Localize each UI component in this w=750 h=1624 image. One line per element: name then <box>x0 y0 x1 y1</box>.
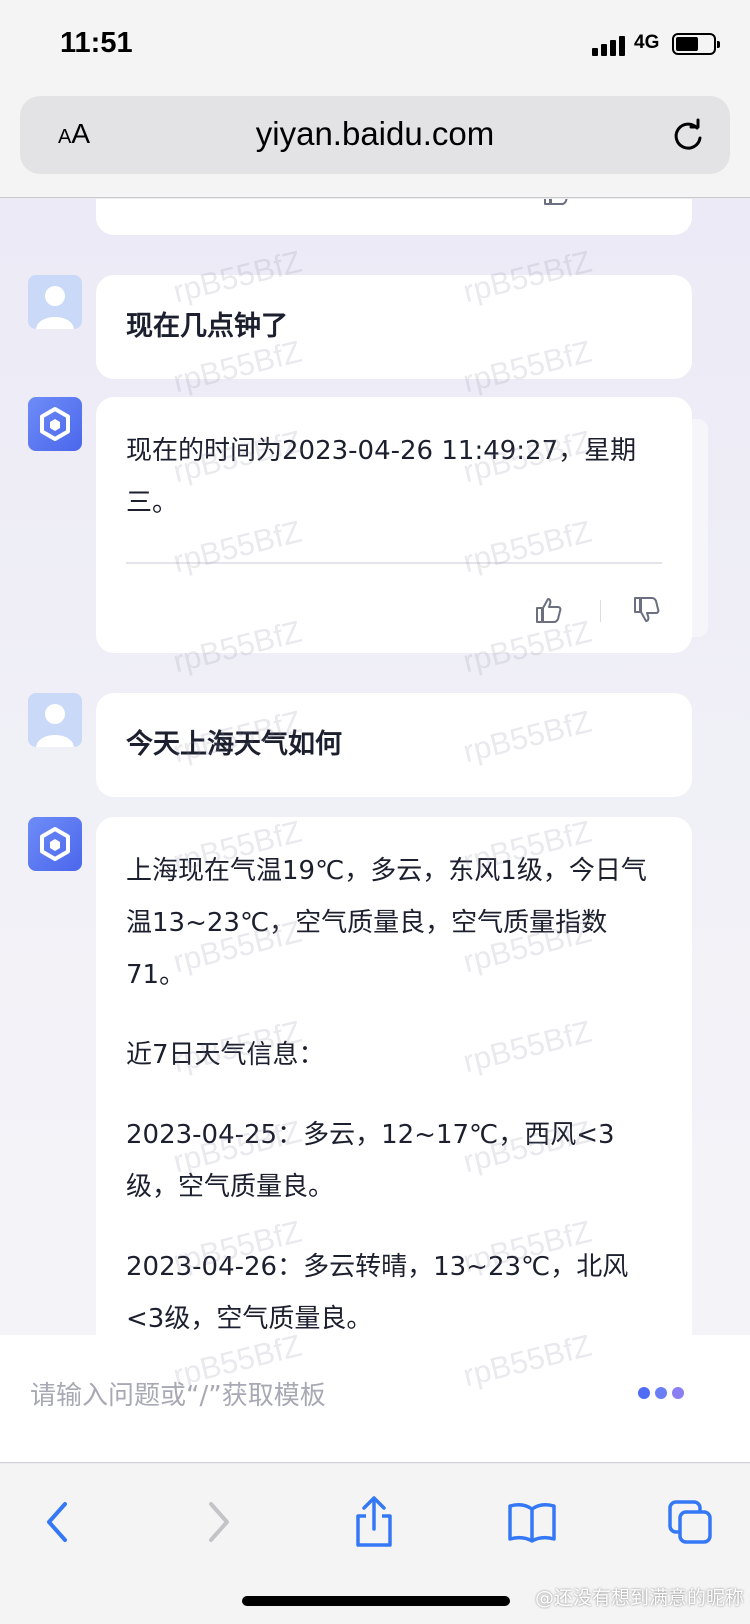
assistant-message-card: 现在的时间为2023-04-26 11:49:27，星期三。 <box>96 397 692 653</box>
ernie-bot-logo <box>28 397 82 451</box>
tabs-icon <box>668 1500 712 1544</box>
thumbs-up-icon[interactable] <box>542 199 572 207</box>
tabs-button[interactable] <box>660 1492 720 1552</box>
battery-icon <box>672 33 720 55</box>
side-tab <box>690 419 708 637</box>
bookmarks-button[interactable] <box>502 1492 562 1552</box>
message-paragraph: 2023-04-26：多云转晴，13~23℃，北风<3级，空气质量良。 <box>126 1252 629 1334</box>
question-input[interactable] <box>30 1371 590 1421</box>
user-message-text: 今天上海天气如何 <box>126 729 342 760</box>
reload-icon[interactable] <box>670 118 706 154</box>
thumbs-up-icon[interactable] <box>534 595 564 625</box>
thumbs-down-icon[interactable] <box>632 595 662 625</box>
open-book-icon <box>508 1503 556 1543</box>
user-message-card: 现在几点钟了 <box>96 275 692 379</box>
message-paragraph: 近7日天气信息： <box>126 1040 325 1070</box>
message-paragraph: 2023-04-25：多云，12~17℃，西风<3级，空气质量良。 <box>126 1120 615 1202</box>
back-button[interactable] <box>28 1492 88 1552</box>
status-bar: 11:51 4G <box>0 0 750 92</box>
user-message-card: 今天上海天气如何 <box>96 693 692 797</box>
composer: rpB55BfZ rpB55BfZ <box>0 1328 750 1463</box>
divider <box>126 562 662 564</box>
chevron-right-icon <box>209 1502 229 1542</box>
chevron-left-icon <box>47 1502 67 1542</box>
cellular-signal-icon <box>592 36 625 56</box>
forward-button[interactable] <box>188 1492 248 1552</box>
assistant-message-body: 上海现在气温19℃，多云，东风1级，今日气温13~23℃，空气质量良，空气质量指… <box>126 845 666 1335</box>
ernie-bot-logo <box>28 817 82 871</box>
previous-message-card <box>96 199 692 235</box>
user-message-text: 现在几点钟了 <box>126 311 288 342</box>
address-bar[interactable]: AA yiyan.baidu.com <box>20 96 730 174</box>
share-icon <box>356 1496 392 1547</box>
message-paragraph: 上海现在气温19℃，多云，东风1级，今日气温13~23℃，空气质量良，空气质量指… <box>126 856 647 990</box>
address-bar-area: AA yiyan.baidu.com <box>0 92 750 198</box>
home-indicator <box>242 1596 510 1606</box>
user-avatar-icon <box>28 693 82 747</box>
assistant-message-text: 现在的时间为2023-04-26 11:49:27，星期三。 <box>126 436 637 518</box>
user-avatar-icon <box>28 275 82 329</box>
network-type: 4G <box>634 32 660 53</box>
chat-scroll-area[interactable]: 现在几点钟了 现在的时间为2023-04-26 11:49:27，星期三。 今天… <box>0 199 750 1335</box>
credit-text: @还没有想到满意的昵称 <box>534 1587 744 1609</box>
url-text[interactable]: yiyan.baidu.com <box>20 115 730 153</box>
status-time: 11:51 <box>60 27 133 59</box>
assistant-message-card: 上海现在气温19℃，多云，东风1级，今日气温13~23℃，空气质量良，空气质量指… <box>96 817 692 1335</box>
share-button[interactable] <box>344 1492 404 1552</box>
more-dots-icon[interactable] <box>638 1387 684 1399</box>
feedback-separator <box>600 600 601 622</box>
